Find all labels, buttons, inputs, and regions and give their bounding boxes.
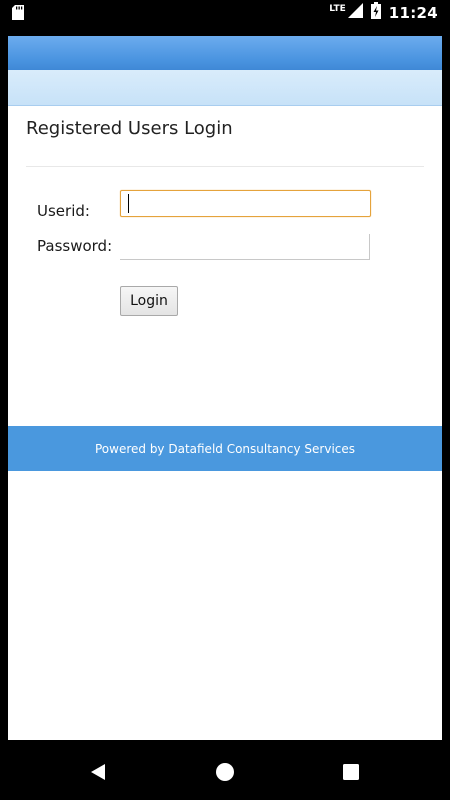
footer-text: Powered by Datafield Consultancy Service… — [94, 441, 356, 456]
userid-label: Userid: — [37, 202, 90, 220]
text-cursor — [128, 194, 129, 213]
clock: 11:24 — [388, 4, 438, 22]
signal-icon — [347, 3, 363, 23]
battery-charging-icon — [370, 2, 381, 24]
recents-button[interactable] — [321, 748, 381, 800]
navigation-bar — [0, 748, 450, 800]
header-bar — [8, 36, 442, 70]
page-title: Registered Users Login — [26, 118, 233, 139]
login-button[interactable]: Login — [120, 286, 178, 316]
password-input[interactable] — [120, 234, 370, 260]
app-window: Registered Users Login Userid: Password:… — [8, 36, 442, 740]
back-button[interactable] — [68, 748, 128, 800]
status-icons: LTE 11:24 — [329, 0, 438, 26]
password-label: Password: — [37, 237, 113, 255]
userid-input[interactable] — [120, 190, 371, 217]
network-type: LTE — [329, 4, 346, 14]
divider — [26, 166, 424, 167]
sd-card-icon — [12, 5, 24, 20]
home-icon — [215, 762, 235, 787]
subheader-bar — [8, 70, 442, 106]
status-bar: LTE 11:24 — [0, 0, 450, 26]
home-button[interactable] — [195, 748, 255, 800]
back-icon — [89, 763, 107, 786]
footer-bar: Powered by Datafield Consultancy Service… — [8, 426, 442, 471]
recents-icon — [343, 763, 359, 785]
